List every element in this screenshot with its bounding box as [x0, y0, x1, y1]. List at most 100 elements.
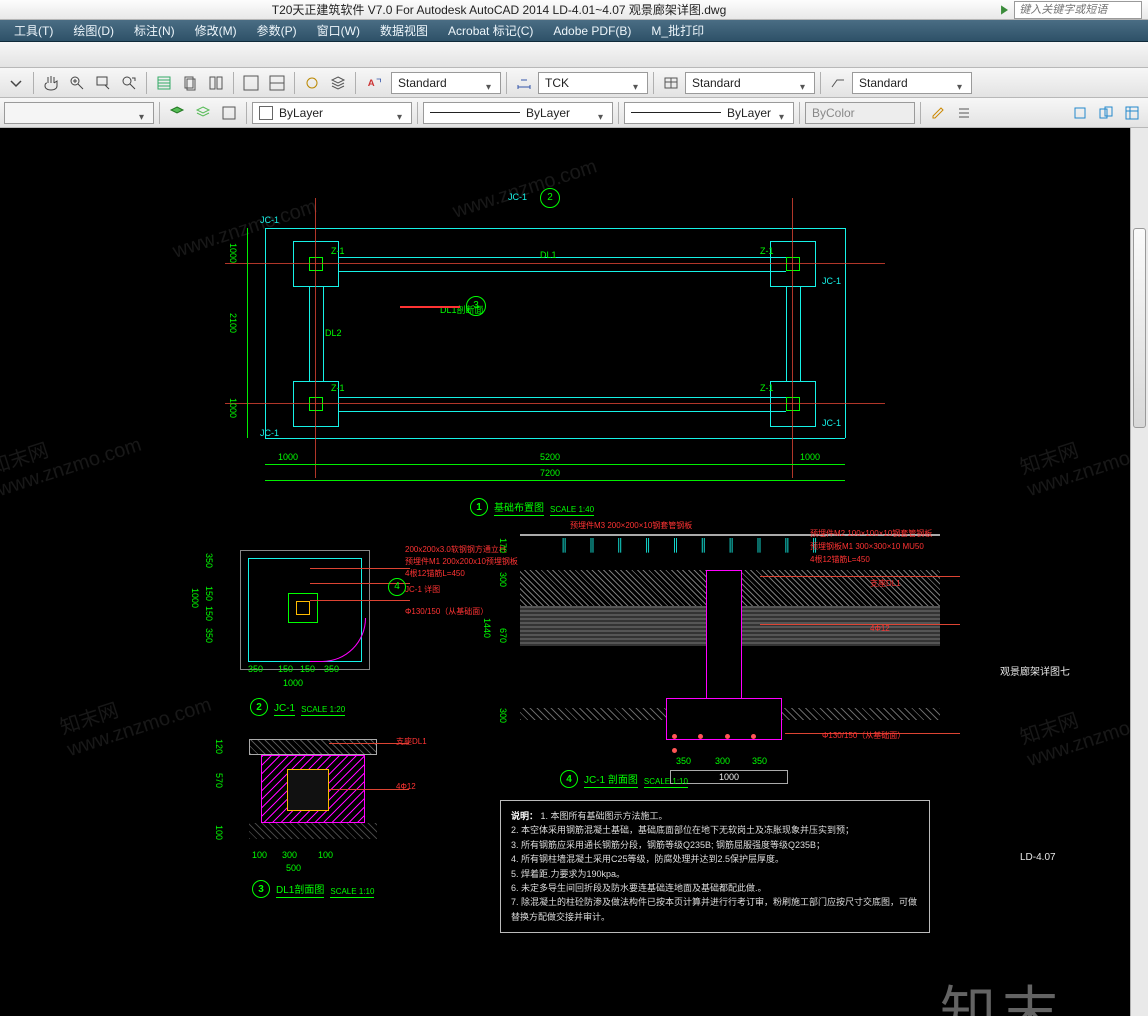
layers-icon[interactable] [326, 71, 350, 95]
toggle-B-icon[interactable] [265, 71, 289, 95]
zoom-realtime-icon[interactable] [65, 71, 89, 95]
tablestyle-dropdown[interactable]: Standard [685, 72, 815, 94]
view4-title: 4 JC-1 剖面图 SCALE 1:10 [560, 770, 688, 788]
menu-window[interactable]: 窗口(W) [309, 20, 368, 41]
menu-tools[interactable]: 工具(T) [6, 20, 61, 41]
tablestyle-icon[interactable] [659, 71, 683, 95]
pan-icon[interactable] [39, 71, 63, 95]
watermark-brand: 知末 [940, 968, 1064, 1016]
drawing-canvas[interactable]: 知末网www.znzmo.com 知末网www.znzmo.com www.zn… [0, 128, 1130, 1016]
label-jc1: JC-1 [822, 418, 841, 428]
dim: 350 [204, 628, 214, 643]
dimstyle-icon[interactable] [512, 71, 536, 95]
menu-modify[interactable]: 修改(M) [187, 20, 245, 41]
layer-iso-icon[interactable] [217, 101, 241, 125]
dim: 150 [204, 606, 214, 621]
workspace-dropdown[interactable] [4, 102, 154, 124]
toggle-A-icon[interactable] [239, 71, 263, 95]
block-icon[interactable] [1068, 101, 1092, 125]
render-icon[interactable] [300, 71, 324, 95]
note: 预埋件M2 100×100×10钢套管钢板 [810, 528, 932, 539]
menu-acrobat[interactable]: Acrobat 标记(C) [440, 20, 541, 41]
toolbar-styles: A Standard TCK Standard Standard [0, 68, 1148, 98]
dimstyle-dropdown[interactable]: TCK [538, 72, 648, 94]
textstyle-dropdown[interactable]: Standard [391, 72, 501, 94]
view-name: JC-1 [274, 703, 295, 716]
properties-icon[interactable] [152, 71, 176, 95]
view2-title: 2 JC-1 SCALE 1:20 [250, 698, 345, 716]
view-name: DL1剖面图 [276, 881, 324, 898]
edit-icon[interactable] [926, 101, 950, 125]
scroll-thumb[interactable] [1133, 228, 1146, 428]
dim: 150 [204, 586, 214, 601]
watermark: 知末网www.znzmo.com [1016, 406, 1148, 502]
mleaderstyle-icon[interactable] [826, 71, 850, 95]
menu-param[interactable]: 参数(P) [249, 20, 305, 41]
color-dropdown[interactable]: ByLayer [252, 102, 412, 124]
beam-DL1 [339, 411, 786, 412]
dim-line [265, 464, 845, 465]
plotstyle-value: ByColor [812, 106, 855, 120]
note: Φ130/150（从基础面） [822, 730, 905, 741]
dim: 350 [204, 553, 214, 568]
color-swatch [259, 106, 273, 120]
label-z1: Z-1 [760, 246, 774, 256]
view-scale: SCALE 1:10 [644, 777, 688, 788]
layer-prop-icon[interactable] [165, 101, 189, 125]
vertical-scrollbar[interactable] [1130, 128, 1148, 1016]
search-input[interactable] [1014, 1, 1142, 19]
textstyle-value: Standard [398, 76, 447, 90]
watermark: 知末网www.znzmo.com [56, 666, 215, 762]
menu-batchplot[interactable]: M_批打印 [643, 20, 712, 41]
label-dl2: DL2 [325, 328, 342, 338]
dim: 170 [498, 538, 508, 553]
xref-icon[interactable] [1120, 101, 1144, 125]
linetype-dropdown[interactable]: ByLayer [423, 102, 613, 124]
arrow-down-icon[interactable] [4, 71, 28, 95]
detail-callout: 4 [388, 578, 406, 596]
search-box-wrap [998, 1, 1148, 19]
dim: 350 [324, 664, 339, 674]
note: 支座DL1 [396, 736, 427, 747]
menu-adobepdf[interactable]: Adobe PDF(B) [545, 22, 639, 40]
zoom-window-icon[interactable] [91, 71, 115, 95]
note: 预埋件M3 200×200×10钢套管钢板 [570, 520, 692, 531]
view-scale: SCALE 1:20 [301, 705, 345, 716]
view4-frame: ║ ║ ║ ║ ║ ║ ║ ║ ║ ║ [500, 528, 960, 788]
menu-dimension[interactable]: 标注(N) [126, 20, 183, 41]
dim: 1440 [482, 618, 492, 638]
sheetset-icon[interactable] [178, 71, 202, 95]
note: Φ130/150（从基础面） [405, 606, 488, 617]
dim: 2100 [228, 313, 238, 333]
dimstyle-value: TCK [545, 76, 569, 90]
list-icon[interactable] [952, 101, 976, 125]
lineweight-dropdown[interactable]: ByLayer [624, 102, 794, 124]
plan-outline [845, 228, 846, 438]
note-line: 6. 未定多导生间回折段及防水要连基础连地面及基础都配此做.。 [511, 883, 767, 893]
zoom-prev-icon[interactable] [117, 71, 141, 95]
chevron-down-icon [633, 79, 641, 87]
note: JC-1 详图 [405, 584, 440, 595]
textstyle-icon[interactable]: A [361, 71, 389, 95]
view-number: 1 [470, 498, 488, 516]
toolpalette-icon[interactable] [204, 71, 228, 95]
beam-DL1 [339, 257, 786, 258]
mleaderstyle-dropdown[interactable]: Standard [852, 72, 972, 94]
menu-dataview[interactable]: 数据视图 [372, 20, 436, 41]
note-line: 4. 所有钢柱墙混凝土采用C25等级，防腐处理并达到2.5保护层厚度。 [511, 854, 784, 864]
play-icon [998, 3, 1010, 17]
dim: 670 [498, 628, 508, 643]
note-line: 2. 本空体采用钢筋混凝土基础，基础底面部位在地下无软岗土及冻胀现象并压实到预； [511, 825, 854, 835]
dim: 1000 [283, 678, 303, 688]
note-line: 7. 除混凝土的柱砼防渗及做法构件已按本页计算并进行行考订审，粉刷施工部门应按尺… [511, 897, 917, 921]
chevron-down-icon [397, 109, 405, 117]
dim: 570 [214, 773, 224, 788]
menu-draw[interactable]: 绘图(D) [65, 20, 122, 41]
insert-icon[interactable] [1094, 101, 1118, 125]
watermark: www.znzmo.com [450, 155, 600, 223]
watermark: 知末网www.znzmo.com [1016, 676, 1148, 772]
layer-state-icon[interactable] [191, 101, 215, 125]
dim: 300 [715, 756, 730, 766]
label-dl1: DL1 [540, 250, 557, 260]
note: 4根12锚筋L=450 [405, 568, 465, 579]
